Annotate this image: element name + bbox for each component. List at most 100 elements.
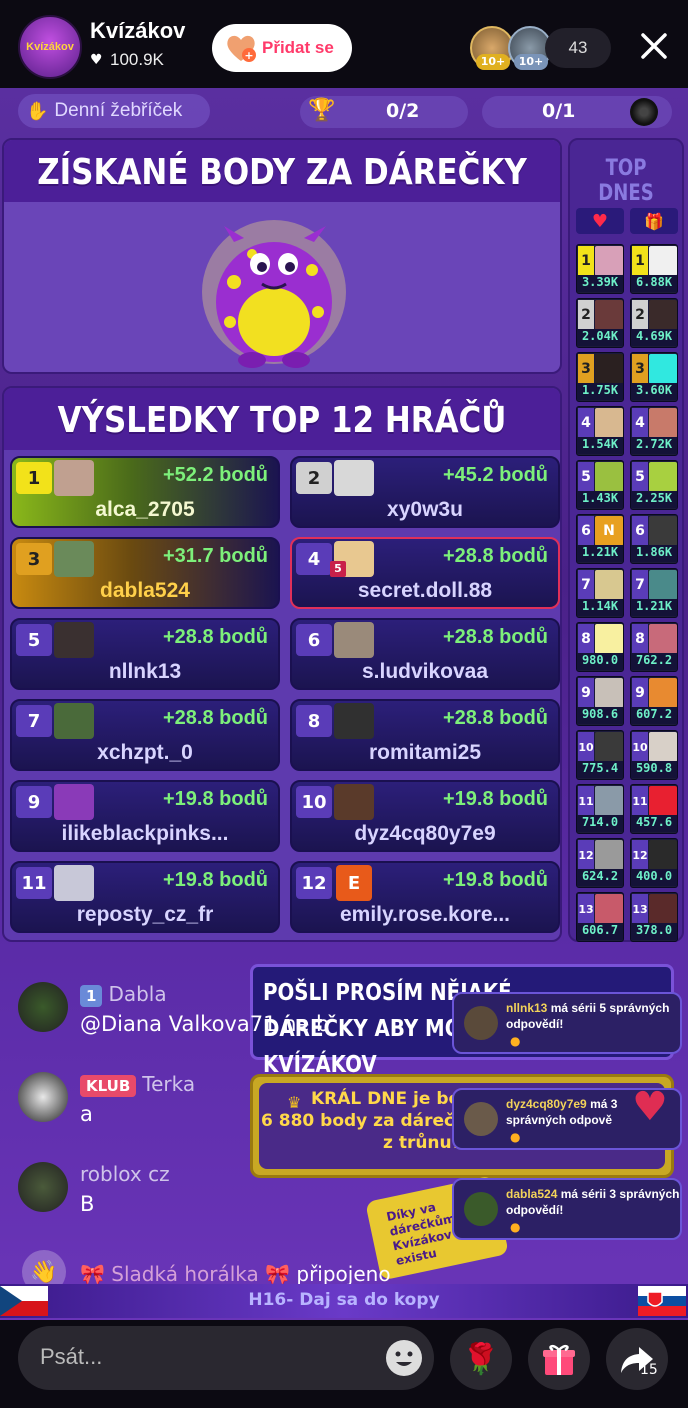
entry-avatar [595,732,623,762]
player-rank: 5 [16,624,52,656]
top-today-entry: 1 3.39K [576,244,624,294]
gifts-tab[interactable]: 🎁 [630,208,678,234]
rose-gift-button[interactable]: 🌹 [450,1328,512,1390]
level-badge: 1 [80,985,103,1007]
entry-value: 4.69K [631,329,677,346]
chat-avatar[interactable] [18,1162,68,1212]
chat-text: a [80,1102,93,1126]
player-card: 2 +45.2 bodů xy0w3u [290,456,560,528]
chat-username[interactable]: Dabla [108,982,166,1006]
player-points: +28.8 bodů [442,707,548,729]
daily-ranking-bar[interactable]: ✋ Denní žebříček [18,94,210,128]
emoji-icon[interactable] [384,1338,424,1378]
entry-rank: 10 [632,732,648,762]
entry-avatar [649,246,677,276]
entry-avatar [595,786,623,816]
top-today-entry: 12 624.2 [576,838,624,888]
entry-rank: 12 [578,840,594,870]
top-today-entry: 9 607.2 [630,676,678,726]
entry-avatar [649,462,677,492]
results-title: VÝSLEDKY TOP 12 HRÁČŮ [57,400,507,441]
player-avatar [334,703,374,739]
channel-name[interactable]: Kvízákov [90,18,185,44]
player-avatar [54,622,94,658]
channel-avatar[interactable]: Kvízákov [18,15,82,79]
player-points: +19.8 bodů [162,869,268,891]
entry-value: 590.8 [631,761,677,778]
entry-value: 1.75K [577,383,623,400]
entry-rank: 7 [632,570,648,600]
entry-rank: 11 [578,786,594,816]
likes-tab[interactable]: ♥ [576,208,624,234]
entry-value: 775.4 [577,761,623,778]
entry-rank: 4 [578,408,594,438]
entry-avatar: N [595,516,623,546]
player-rank: 4 [296,543,332,575]
player-points: +28.8 bodů [442,545,548,567]
top-today-entry: 2 4.69K [630,298,678,348]
top-today-entry: 5 2.25K [630,460,678,510]
entry-rank: 8 [632,624,648,654]
viewer-count-pill[interactable]: 43 [545,28,611,68]
entry-avatar [595,570,623,600]
player-card: 6 +28.8 bodů s.ludvikovaa [290,618,560,690]
chat-avatar[interactable] [18,982,68,1032]
entry-avatar [649,516,677,546]
goal-bar-1: 🏆 0/2 [300,96,468,128]
gift-tab-icon: 🎁 [644,211,664,231]
player-card: 5 +28.8 bodů nllnk13 [10,618,280,690]
player-card: 11 +19.8 bodů reposty_cz_fr [10,861,280,933]
player-name: secret.doll.88 [357,579,493,602]
chat-text: B [80,1192,95,1216]
join-text: připojeno [296,1262,391,1286]
chat-username[interactable]: Terka [142,1072,195,1096]
player-card: 9 +19.8 bodů ilikeblackpinks... [10,780,280,852]
chat-message[interactable]: roblox cz B [18,1162,418,1232]
chat-user-line: KLUB Terka [80,1072,195,1097]
chat-username[interactable]: roblox cz [80,1162,170,1186]
close-icon[interactable] [636,28,672,64]
entry-rank: 5 [632,462,648,492]
entry-avatar [649,786,677,816]
fire-icon: ● [510,1034,521,1048]
monster-mascot [194,212,354,372]
entry-rank: 10 [578,732,594,762]
share-button[interactable]: 15 [606,1328,668,1390]
notification-avatar [464,1102,498,1136]
fire-icon: ● [510,1130,521,1144]
entry-value: 2.25K [631,491,677,508]
goal-bar-2: 0/1 [482,96,672,128]
entry-rank: 6 [632,516,648,546]
top-today-entry: 4 1.54K [576,406,624,456]
entry-avatar [649,408,677,438]
chat-message[interactable]: KLUB Terka a [18,1072,418,1142]
player-card: 7 +28.8 bodů xchzpt._0 [10,699,280,771]
notification-text: dabla524 má sérii 3 správných odpovědí! [506,1186,680,1218]
entry-avatar [649,300,677,330]
chat-text: @Diana Valkova71 ne b [80,1012,330,1036]
join-user: Sladká horálka [111,1262,259,1286]
entry-value: 1.21K [631,599,677,616]
player-rank: 3 [16,543,52,575]
follow-heart-icon: + [224,33,258,63]
heart-tab-icon: ♥ [591,210,609,232]
disc-icon [630,98,658,126]
player-avatar [54,541,94,577]
player-name: nllnk13 [108,660,182,683]
top-today-entry: 2 2.04K [576,298,624,348]
chat-message[interactable]: 1 Dabla @Diana Valkova71 ne b [18,982,418,1052]
top-today-entry: 13 378.0 [630,892,678,942]
entry-avatar [595,678,623,708]
player-name: xchzpt._0 [97,741,193,764]
entry-rank: 11 [632,786,648,816]
chat-user-line: 1 Dabla [80,982,167,1007]
entry-value: 3.39K [577,275,623,292]
gift-button[interactable] [528,1328,590,1390]
follow-button[interactable]: + Přidat se [212,24,352,72]
comment-input[interactable]: Psát... [18,1326,434,1390]
chat-avatar[interactable] [18,1072,68,1122]
player-avatar [334,784,374,820]
follow-label: Přidat se [262,38,334,57]
entry-rank: 3 [578,354,594,384]
share-count: 15 [640,1362,658,1378]
